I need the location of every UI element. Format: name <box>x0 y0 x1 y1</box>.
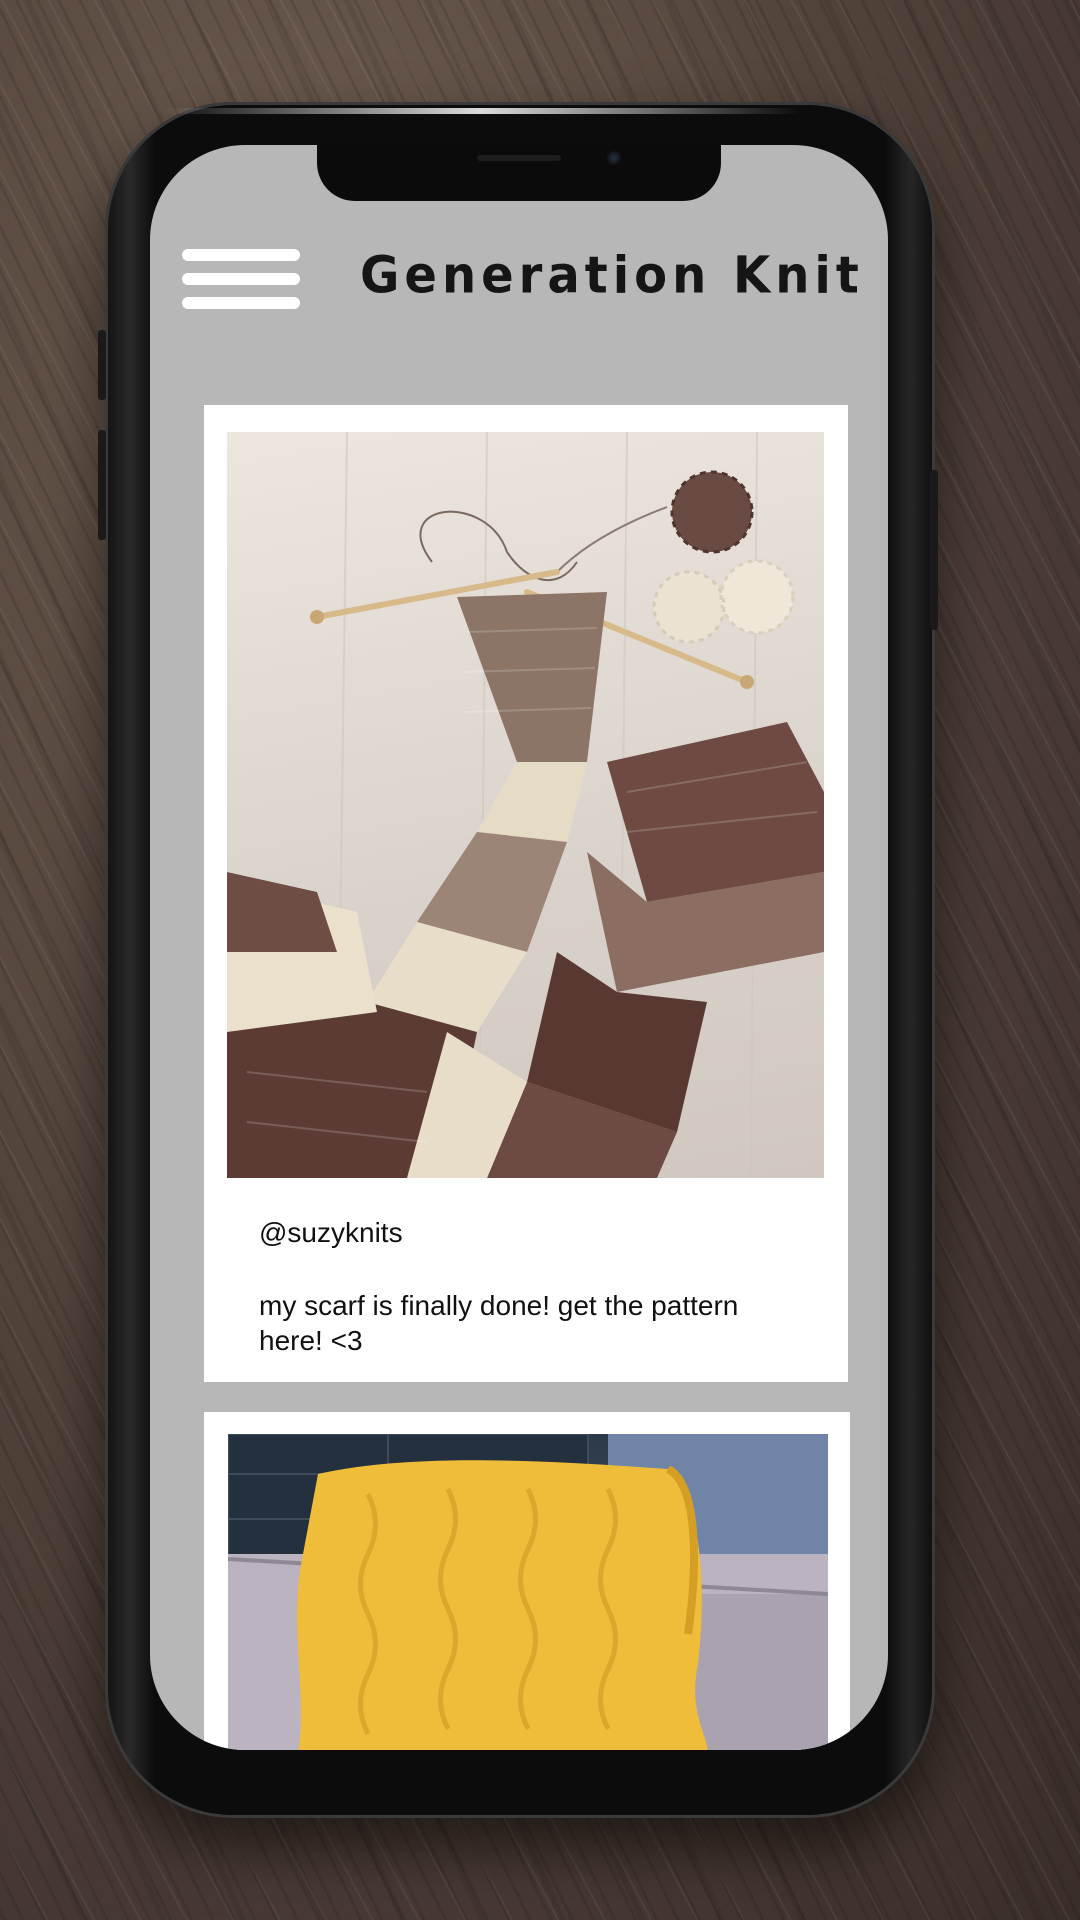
front-camera <box>607 151 621 165</box>
earpiece-speaker <box>477 155 561 161</box>
menu-line <box>182 297 300 309</box>
post-photo[interactable] <box>228 1434 828 1750</box>
volume-down-button <box>98 430 106 540</box>
menu-line <box>182 273 300 285</box>
phone-screen: Generation Knit @suzyknits my scarf is f… <box>150 145 888 1750</box>
feed-post: @suzyknits my scarf is finally done! get… <box>204 405 848 1382</box>
scarf-photo-illustration <box>227 432 824 1178</box>
blanket-photo-illustration <box>228 1434 828 1750</box>
feed-post <box>204 1412 850 1750</box>
notch <box>317 145 721 201</box>
power-button <box>930 470 938 630</box>
menu-line <box>182 249 300 261</box>
volume-up-button <box>98 330 106 400</box>
post-username[interactable]: @suzyknits <box>259 1217 403 1249</box>
post-caption: my scarf is finally done! get the patter… <box>259 1290 739 1356</box>
hamburger-menu-icon[interactable] <box>182 245 300 315</box>
post-photo[interactable] <box>227 432 824 1178</box>
phone-edge-highlight <box>160 108 800 114</box>
app-title: Generation Knit <box>360 246 864 306</box>
